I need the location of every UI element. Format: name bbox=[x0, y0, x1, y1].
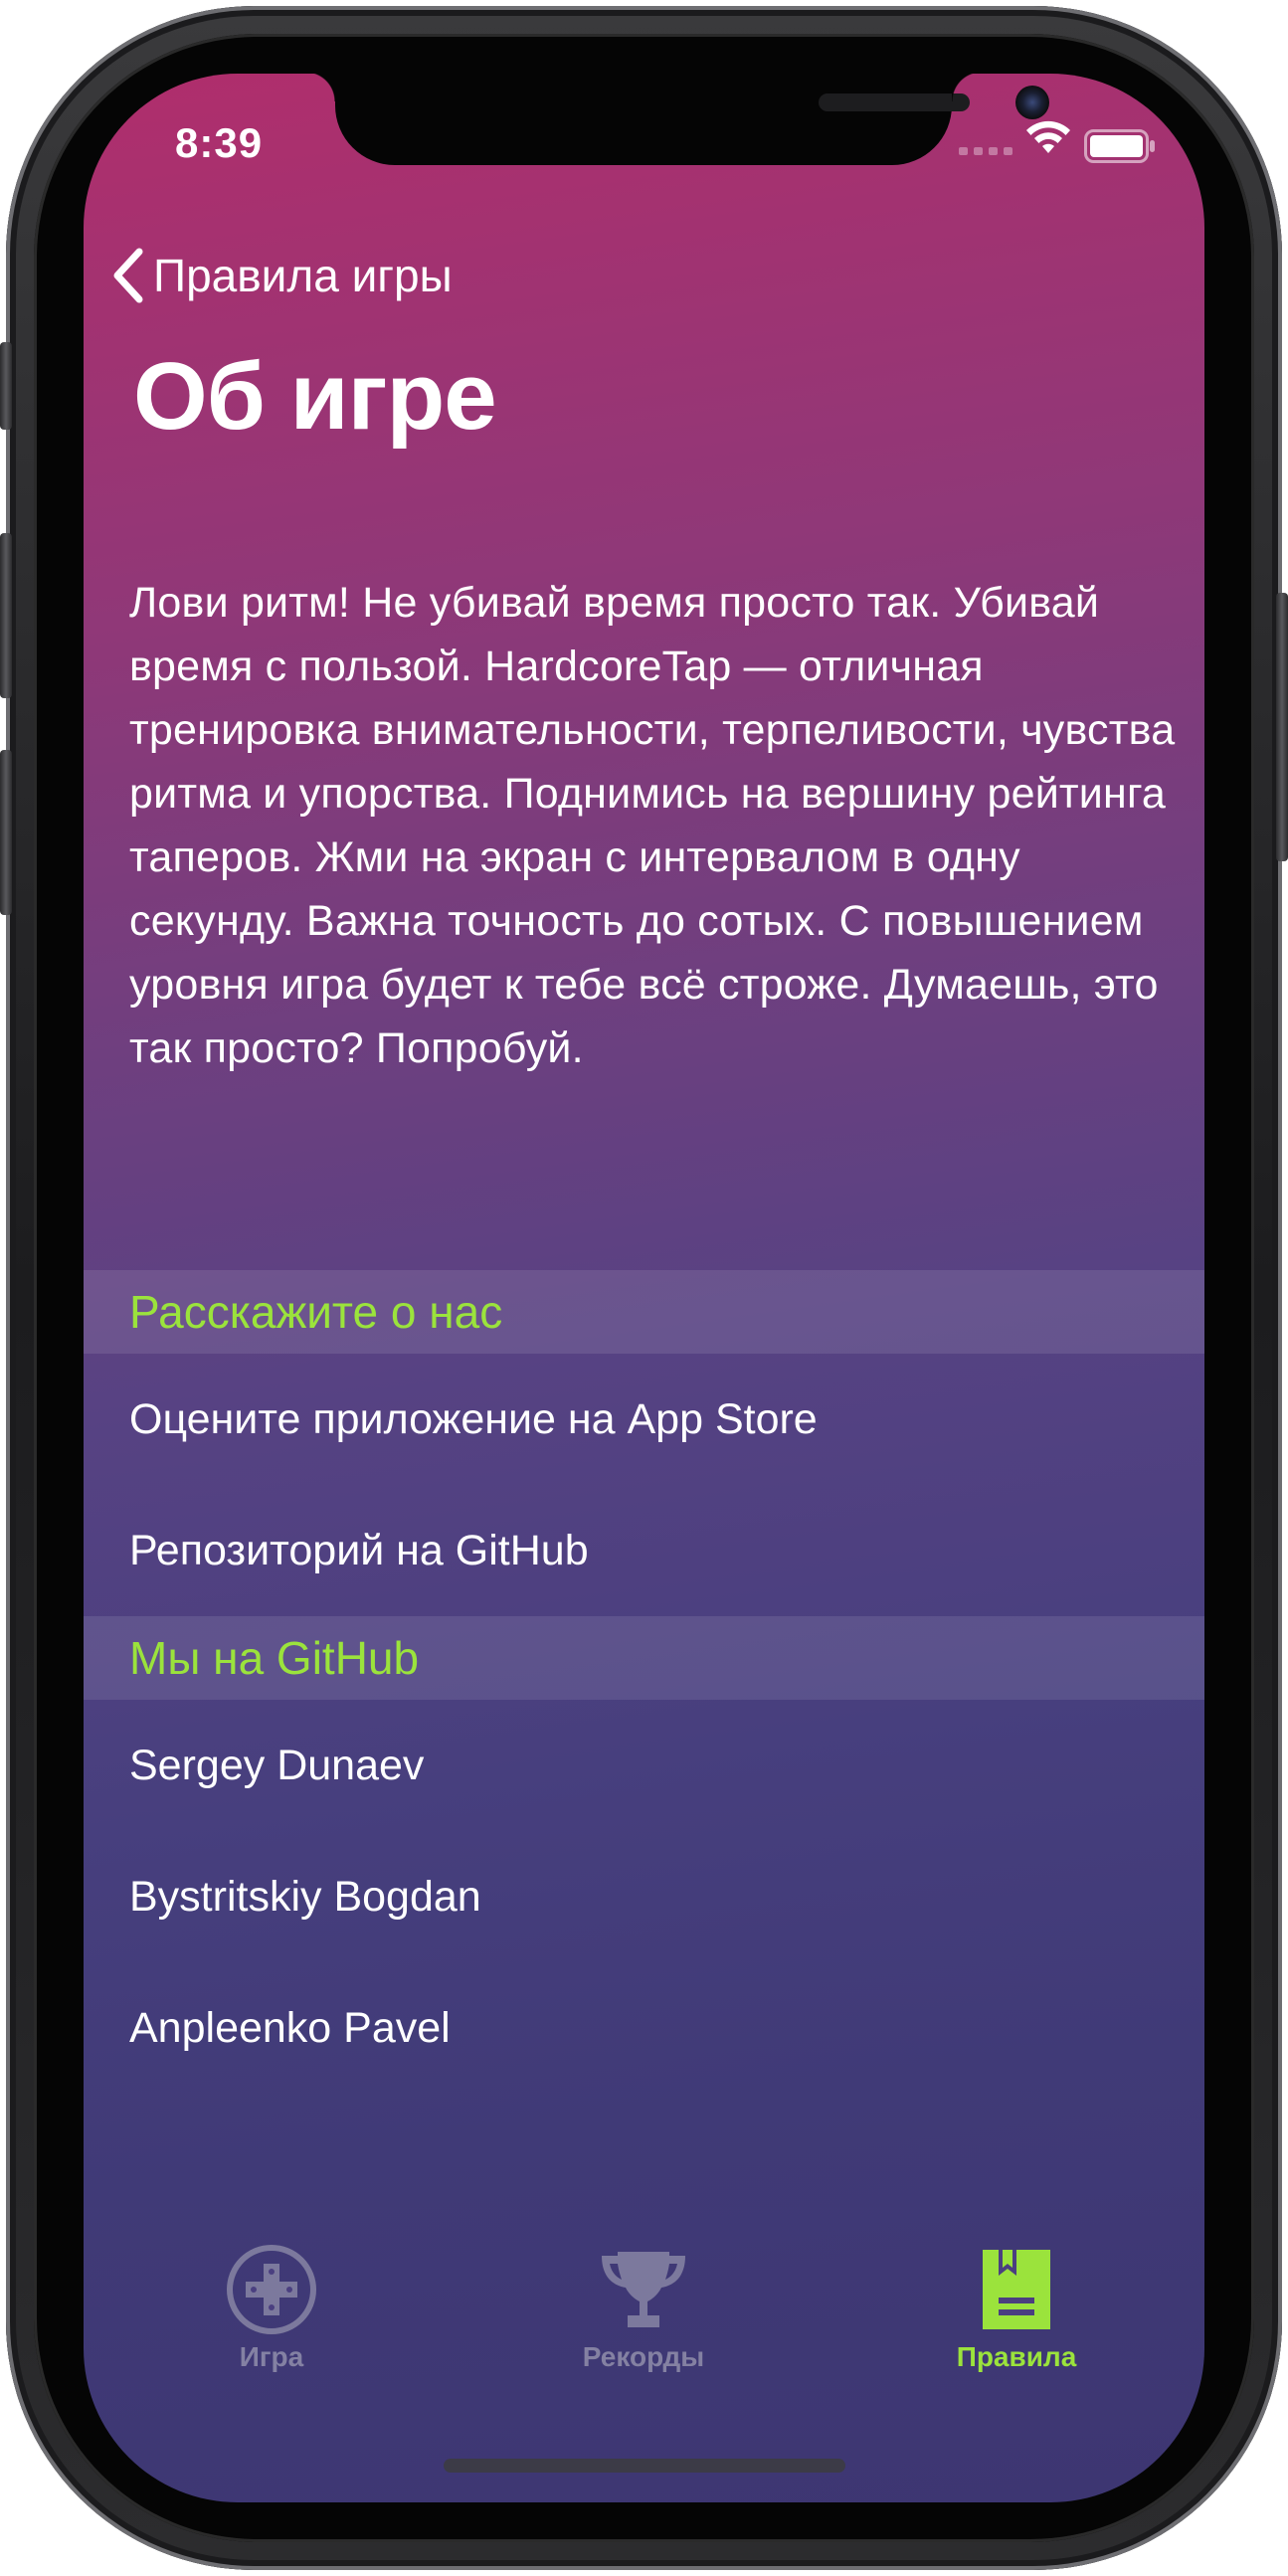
wifi-icon bbox=[1026, 120, 1070, 153]
rate-app-store-row[interactable]: Оцените приложение на App Store bbox=[84, 1354, 1204, 1485]
github-user-row[interactable]: Bystritskiy Bogdan bbox=[84, 1831, 1204, 1962]
github-repo-row[interactable]: Репозиторий на GitHub bbox=[84, 1485, 1204, 1616]
home-indicator[interactable] bbox=[444, 2459, 845, 2473]
github-user-row[interactable]: Anpleenko Pavel bbox=[84, 1962, 1204, 2094]
tab-rules[interactable]: Правила bbox=[867, 2242, 1166, 2373]
tab-game-label: Игра bbox=[239, 2341, 304, 2372]
tab-game[interactable]: Игра bbox=[122, 2242, 421, 2373]
chevron-left-icon bbox=[113, 248, 143, 303]
signal-dots bbox=[959, 147, 1014, 155]
app-screen: 8:39 Правила игры Об игре Лови ритм! Не … bbox=[84, 74, 1204, 2502]
back-button-label: Правила игры bbox=[153, 250, 453, 301]
back-button[interactable]: Правила игры bbox=[105, 241, 453, 310]
power-button bbox=[1276, 593, 1288, 861]
volume-up-button bbox=[0, 533, 12, 698]
silent-switch bbox=[0, 342, 12, 430]
status-time: 8:39 bbox=[175, 119, 264, 166]
volume-down-button bbox=[0, 750, 12, 915]
tab-records[interactable]: Рекорды bbox=[494, 2242, 793, 2373]
trophy-icon bbox=[602, 2252, 685, 2327]
tab-bar: Игра Рекорды Правила bbox=[84, 2242, 1204, 2421]
speaker-grille bbox=[819, 93, 970, 111]
book-icon bbox=[983, 2250, 1050, 2329]
section-header-tell-about-us: Расскажите о нас bbox=[84, 1270, 1204, 1354]
gamepad-icon bbox=[227, 2245, 316, 2334]
page-title: Об игре bbox=[133, 343, 497, 450]
github-user-row[interactable]: Sergey Dunaev bbox=[84, 1700, 1204, 1831]
tab-rules-label: Правила bbox=[956, 2341, 1077, 2372]
battery-icon bbox=[1084, 129, 1155, 163]
tab-records-label: Рекорды bbox=[582, 2341, 705, 2372]
notch bbox=[305, 74, 1049, 165]
about-description: Лови ритм! Не убивай время просто так. У… bbox=[129, 579, 1176, 1072]
section-header-we-on-github: Мы на GitHub bbox=[84, 1616, 1204, 1700]
front-camera bbox=[1015, 86, 1049, 119]
